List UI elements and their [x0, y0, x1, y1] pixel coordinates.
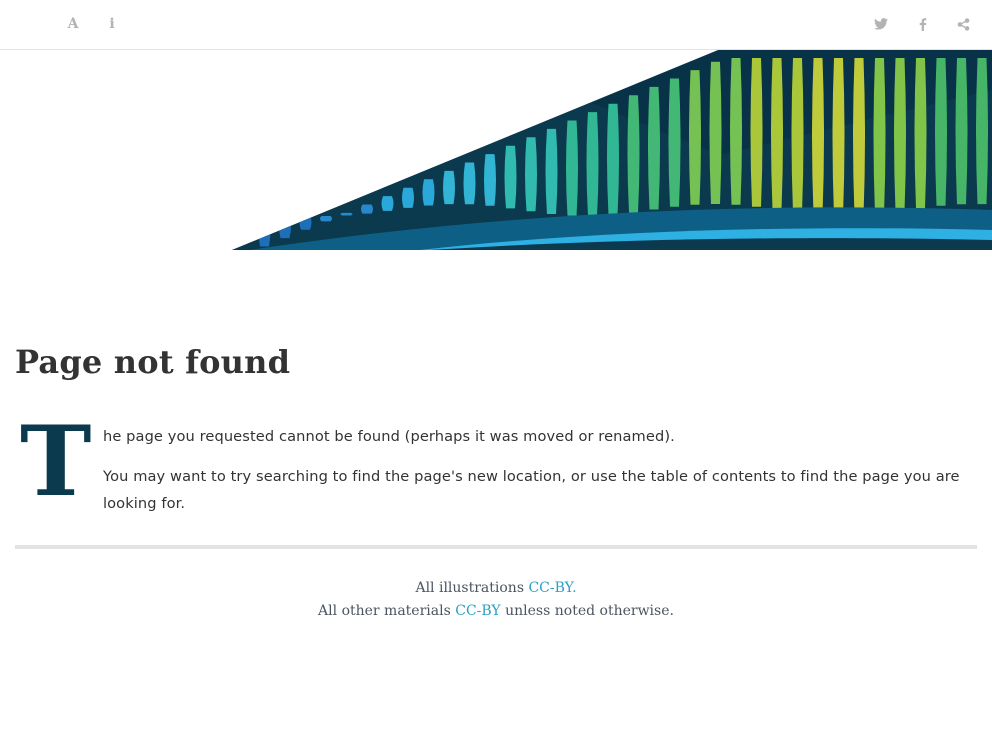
banner-stripe	[607, 103, 619, 215]
banner-stripe	[812, 58, 824, 215]
banner-stripe	[873, 58, 886, 214]
facebook-icon[interactable]	[913, 14, 933, 34]
banner-stripe	[566, 120, 578, 216]
banner-stripe	[689, 70, 701, 205]
footer-materials-license: All other materials CC-BY unless noted o…	[0, 603, 992, 619]
banner-stripe	[320, 215, 332, 222]
banner-stripe	[771, 58, 783, 210]
banner-stripe	[894, 58, 906, 212]
info-glyph: i	[109, 16, 115, 32]
footer-illustrations-license: All illustrations CC-BY.	[0, 580, 992, 596]
font-settings-glyph: A	[67, 16, 79, 32]
share-icon[interactable]	[953, 14, 973, 34]
drop-cap-letter: T	[20, 405, 92, 518]
banner-stripe	[381, 196, 394, 211]
facebook-icon-svg	[919, 17, 927, 31]
footer-line2-text: All other materials	[318, 603, 456, 619]
banner-stripe	[914, 58, 927, 209]
banner-stripe	[586, 112, 599, 216]
banner-stripe	[709, 61, 722, 205]
banner-stripe	[484, 154, 496, 206]
content-divider	[15, 545, 977, 549]
font-settings-icon[interactable]: A	[63, 14, 83, 34]
banner-stripe	[504, 145, 517, 209]
banner-artwork	[232, 50, 992, 250]
twitter-icon[interactable]	[871, 14, 891, 34]
banner-stripe	[791, 58, 804, 213]
banner-stripe	[730, 58, 742, 205]
banner-stripe	[545, 128, 558, 214]
banner-stripe	[976, 58, 988, 205]
banner-stripe	[627, 95, 640, 213]
banner-stripe	[935, 58, 947, 206]
banner-stripe	[750, 58, 763, 207]
share-icon-svg	[957, 17, 969, 31]
help-paragraph: You may want to try searching to find th…	[103, 468, 960, 512]
banner-stripe	[258, 210, 271, 247]
banner-stripe	[525, 137, 537, 212]
info-icon[interactable]: i	[102, 14, 122, 34]
banner-stripe	[463, 162, 476, 205]
intro-paragraph: he page you requested cannot be found (p…	[103, 428, 675, 445]
banner-stripe	[279, 212, 291, 239]
banner-stripe	[955, 58, 968, 205]
materials-license-link[interactable]: CC-BY	[455, 603, 500, 619]
twitter-icon-svg	[874, 18, 888, 30]
header-banner-illustration	[0, 50, 992, 250]
banner-stripe	[648, 86, 660, 210]
banner-stripe	[668, 78, 681, 207]
banner-stripe	[422, 179, 435, 206]
page-title: Page not found	[15, 343, 291, 381]
banner-stripe	[340, 212, 353, 216]
top-toolbar: A i	[0, 0, 992, 50]
banner-stripe	[361, 204, 373, 214]
footer-line1-text: All illustrations	[415, 580, 529, 596]
illustrations-license-link[interactable]: CC-BY.	[528, 580, 576, 596]
banner-stripe	[299, 215, 312, 230]
banner-stripe	[832, 58, 845, 216]
banner-stripe	[853, 58, 865, 216]
footer-line2-suffix: unless noted otherwise.	[500, 603, 674, 619]
banner-stripe	[443, 170, 455, 205]
banner-stripe	[402, 187, 414, 208]
